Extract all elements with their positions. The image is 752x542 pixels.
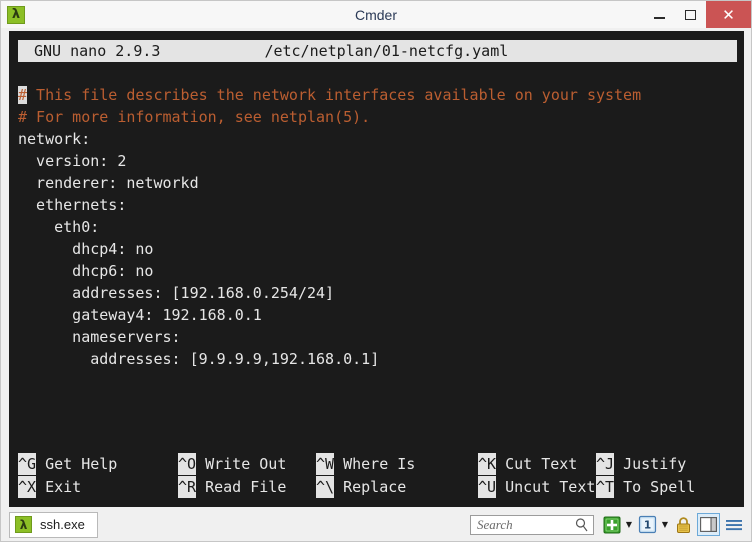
new-console-dropdown-chevron-icon[interactable]: ▼ bbox=[659, 515, 671, 535]
editor-line: network: bbox=[18, 130, 91, 148]
editor-line: addresses: [192.168.0.254/24] bbox=[18, 284, 335, 302]
shortcut-J: ^J Justify bbox=[596, 452, 687, 475]
editor-line: eth0: bbox=[18, 218, 100, 236]
shortcut-key: ^K bbox=[478, 452, 497, 475]
minimize-icon bbox=[654, 17, 665, 19]
new-tab-dropdown-chevron-icon[interactable]: ▼ bbox=[623, 515, 635, 535]
window-title: Cmder bbox=[354, 6, 397, 23]
shortcut-O: ^O Write Out bbox=[178, 452, 287, 475]
search-icon[interactable] bbox=[575, 517, 589, 532]
shortcut-key: ^T bbox=[596, 475, 615, 498]
editor-line: addresses: [9.9.9.9,192.168.0.1] bbox=[18, 350, 380, 368]
nano-shortcut-row-1: ^G Get Help ^O Write Out ^W Where Is ^K Cut… bbox=[18, 452, 737, 475]
shortcut-label: Get Help bbox=[36, 454, 118, 473]
nano-editor-buffer[interactable]: # This file describes the network interf… bbox=[18, 84, 737, 370]
lock-button[interactable] bbox=[672, 514, 694, 536]
shortcut-key: ^R bbox=[178, 475, 197, 498]
minimize-button[interactable] bbox=[644, 1, 675, 28]
new-console-button[interactable]: 1 bbox=[636, 514, 658, 536]
editor-line: renderer: networkd bbox=[18, 174, 199, 192]
editor-line: gateway4: 192.168.0.1 bbox=[18, 306, 262, 324]
shortcut-R: ^R Read File bbox=[178, 475, 287, 498]
shortcut-key: ^X bbox=[18, 475, 37, 498]
toolbar: ▼ 1 ▼ bbox=[470, 511, 751, 538]
lock-icon bbox=[676, 516, 690, 533]
toggle-panel-icon bbox=[700, 517, 717, 532]
tab-ssh-exe[interactable]: λ ssh.exe bbox=[9, 511, 98, 538]
status-bar: λ ssh.exe Search ▼ 1 ▼ bbox=[1, 508, 751, 541]
new-console-icon: 1 bbox=[638, 515, 656, 534]
shortcut-label: Write Out bbox=[196, 454, 287, 473]
shortcut-key: ^O bbox=[178, 452, 197, 475]
editor-line: dhcp6: no bbox=[18, 262, 154, 280]
editor-line: nameservers: bbox=[18, 328, 181, 346]
shortcut-key: ^U bbox=[478, 475, 497, 498]
nano-filename: /etc/netplan/01-netcfg.yaml bbox=[264, 42, 509, 60]
editor-line: dhcp4: no bbox=[18, 240, 154, 258]
main-menu-icon bbox=[726, 519, 742, 530]
shortcut-label: Justify bbox=[614, 454, 687, 473]
toggle-panel-button[interactable] bbox=[697, 513, 720, 536]
close-button[interactable]: ✕ bbox=[706, 1, 751, 28]
shortcut-label: Cut Text bbox=[496, 454, 578, 473]
nano-version: GNU nano 2.9.3 bbox=[34, 42, 161, 60]
shortcut-label: Exit bbox=[36, 477, 82, 496]
main-menu-button[interactable] bbox=[723, 514, 745, 536]
editor-line-text: This file describes the network interfac… bbox=[27, 86, 642, 104]
nano-title-bar: GNU nano 2.9.3 /etc/netplan/01-netcfg.ya… bbox=[18, 40, 737, 62]
maximize-icon bbox=[685, 9, 696, 20]
shortcut-label: To Spell bbox=[614, 477, 696, 496]
shortcut-T: ^T To Spell bbox=[596, 475, 696, 498]
shortcut-W: ^W Where Is bbox=[316, 452, 416, 475]
lambda-icon: λ bbox=[15, 516, 32, 533]
shortcut-label: Uncut Text bbox=[496, 477, 596, 496]
shortcut-label: Where Is bbox=[334, 454, 416, 473]
shortcut-key: ^\ bbox=[316, 475, 335, 498]
tab-label: ssh.exe bbox=[40, 517, 85, 532]
title-bar: λ Cmder ✕ bbox=[1, 1, 751, 28]
shortcut-: ^\ Replace bbox=[316, 475, 407, 498]
editor-line: ethernets: bbox=[18, 196, 127, 214]
maximize-button[interactable] bbox=[675, 1, 706, 28]
shortcut-K: ^K Cut Text bbox=[478, 452, 578, 475]
tab-strip: λ ssh.exe bbox=[9, 511, 98, 538]
svg-text:1: 1 bbox=[643, 520, 650, 532]
editor-line: version: 2 bbox=[18, 152, 127, 170]
new-tab-plus-icon bbox=[603, 516, 621, 533]
search-box[interactable] bbox=[470, 514, 594, 535]
cmder-window: λ Cmder ✕ GNU nano 2.9.3 /etc/netplan/01… bbox=[0, 0, 752, 542]
lambda-icon: λ bbox=[7, 5, 25, 24]
shortcut-G: ^G Get Help bbox=[18, 452, 118, 475]
shortcut-U: ^U Uncut Text bbox=[478, 475, 596, 498]
text-cursor: # bbox=[18, 86, 28, 104]
shortcut-X: ^X Exit bbox=[18, 475, 82, 498]
shortcut-label: Replace bbox=[334, 477, 407, 496]
search-input[interactable] bbox=[471, 515, 575, 534]
editor-line: # This file describes the network interf… bbox=[18, 84, 737, 106]
shortcut-label: Read File bbox=[196, 477, 287, 496]
shortcut-key: ^W bbox=[316, 452, 335, 475]
shortcut-key: ^G bbox=[18, 452, 37, 475]
nano-shortcut-row-2: ^X Exit ^R Read File ^\ Replace ^U Uncut Te… bbox=[18, 475, 737, 498]
close-icon: ✕ bbox=[722, 5, 735, 24]
nano-shortcut-bar: ^G Get Help ^O Write Out ^W Where Is ^K Cut… bbox=[18, 452, 737, 498]
shortcut-key: ^J bbox=[596, 452, 615, 475]
terminal-area[interactable]: GNU nano 2.9.3 /etc/netplan/01-netcfg.ya… bbox=[9, 31, 744, 507]
editor-line: # For more information, see netplan(5). bbox=[18, 108, 371, 126]
new-tab-button[interactable] bbox=[602, 515, 622, 535]
